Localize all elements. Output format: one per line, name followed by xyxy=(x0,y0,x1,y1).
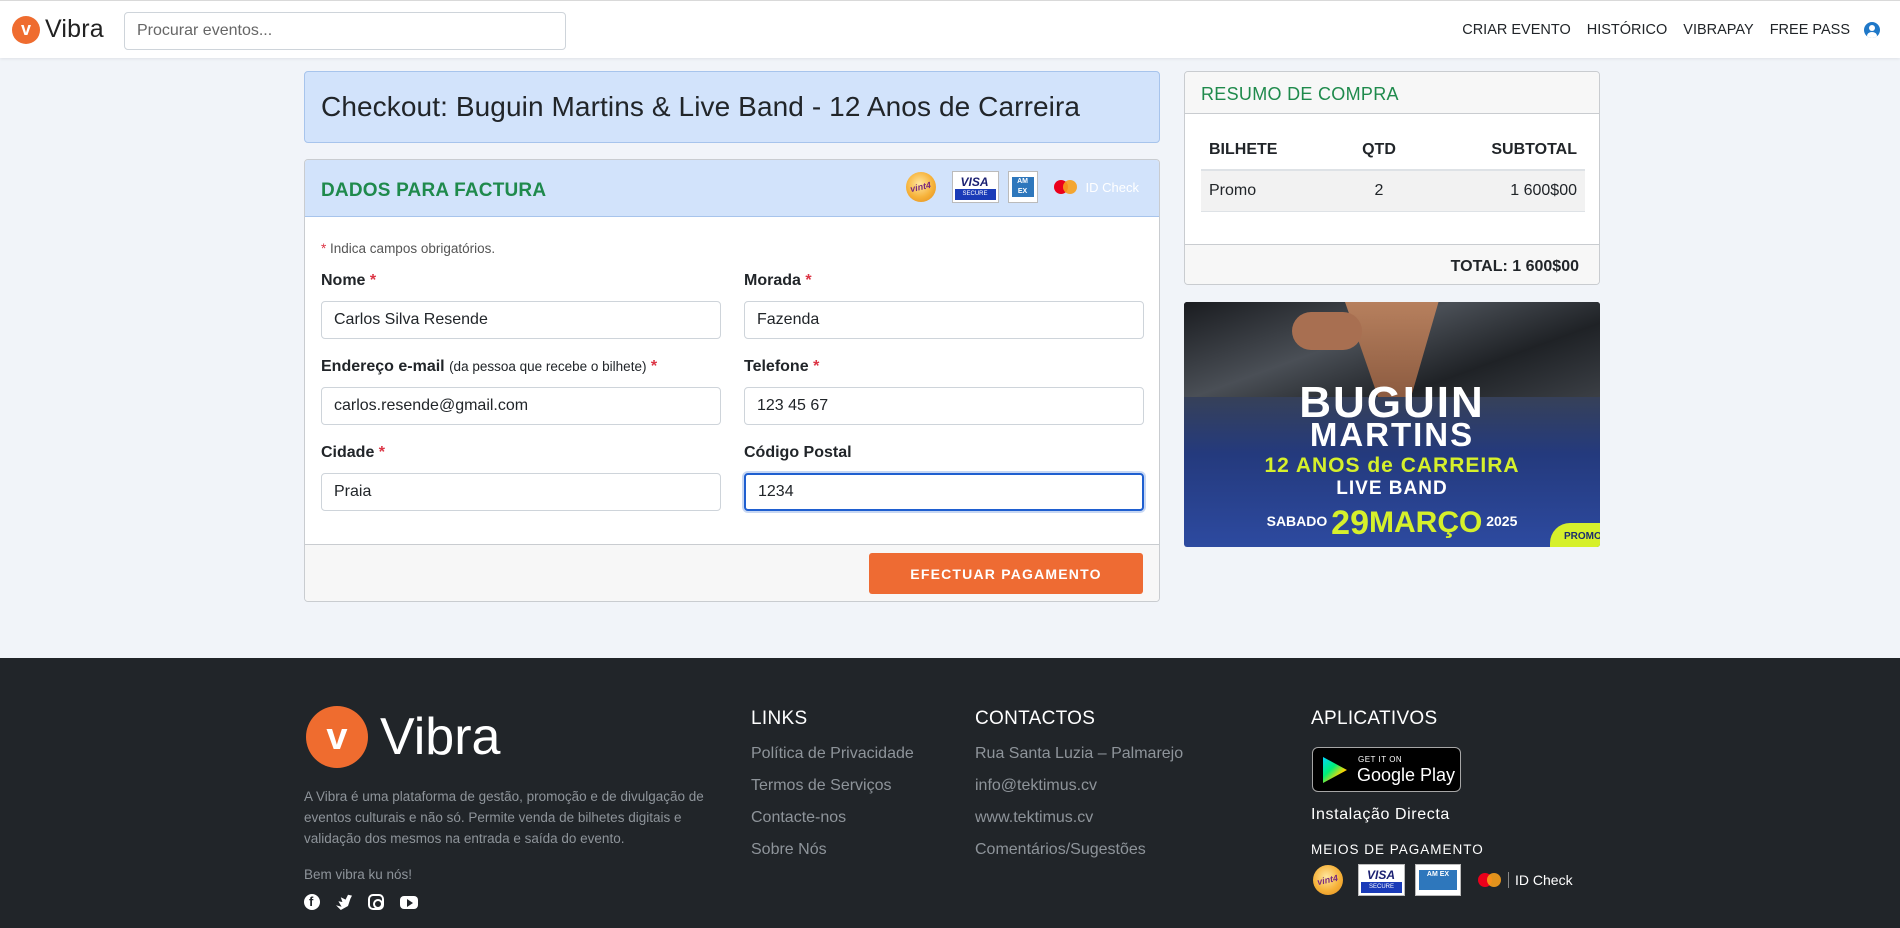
nav-links: CRIAR EVENTO HISTÓRICO VIBRAPAY FREE PAS… xyxy=(1446,1,1880,59)
summary-table-header: BILHETE QTD SUBTOTAL xyxy=(1201,130,1585,171)
contact-website[interactable]: www.tektimus.cv xyxy=(975,808,1183,840)
codigo-postal-field[interactable] xyxy=(744,473,1144,511)
email-label: Endereço e-mail (da pessoa que recebe o … xyxy=(321,358,658,375)
required-fields-note: * Indica campos obrigatórios. xyxy=(321,241,495,256)
link-sobre-nos[interactable]: Sobre Nós xyxy=(751,840,914,872)
footer-logo[interactable]: v Vibra xyxy=(306,706,500,768)
cidade-label: Cidade * xyxy=(321,444,386,461)
link-termos[interactable]: Termos de Serviços xyxy=(751,776,914,808)
amex-icon: AM EX xyxy=(1415,864,1461,896)
vibra-logo-icon: v xyxy=(12,15,40,44)
user-account-icon[interactable] xyxy=(1864,22,1880,38)
col-bilhete: BILHETE xyxy=(1201,130,1339,171)
col-subtotal: SUBTOTAL xyxy=(1419,130,1585,171)
poster-line-3: 12 ANOS de CARREIRA xyxy=(1264,454,1520,477)
vint4-icon: vint4 xyxy=(905,172,936,202)
google-play-icon xyxy=(1323,757,1347,783)
table-row: Promo 2 1 600$00 xyxy=(1201,170,1585,212)
mastercard-icon xyxy=(1476,870,1506,890)
link-privacidade[interactable]: Política de Privacidade xyxy=(751,744,914,776)
vibra-logo-icon: v xyxy=(306,706,368,768)
ticket-qty: 2 xyxy=(1338,170,1420,212)
billing-form-card: DADOS PARA FACTURA vint4 VISA SECURE AM … xyxy=(304,159,1160,602)
instagram-icon[interactable] xyxy=(368,894,384,910)
brand-logo[interactable]: v Vibra xyxy=(12,15,104,44)
required-star: * xyxy=(321,241,327,256)
summary-header: RESUMO DE COMPRA xyxy=(1185,72,1599,114)
contact-email[interactable]: info@tektimus.cv xyxy=(975,776,1183,808)
purchase-summary-card: RESUMO DE COMPRA BILHETE QTD SUBTOTAL Pr… xyxy=(1184,71,1600,285)
poster-date: SABADO 29MARÇO 2025 xyxy=(1266,504,1518,542)
event-poster-image: BUGUIN MARTINS 12 ANOS de CARREIRA LIVE … xyxy=(1184,302,1600,547)
nav-link-historico[interactable]: HISTÓRICO xyxy=(1587,22,1668,38)
billing-footer: EFECTUAR PAGAMENTO xyxy=(305,544,1159,601)
youtube-icon[interactable] xyxy=(400,896,418,909)
visa-secure-icon: VISA SECURE xyxy=(951,171,999,203)
summary-table: BILHETE QTD SUBTOTAL Promo 2 1 600$00 xyxy=(1201,130,1585,212)
nav-link-vibrapay[interactable]: VIBRAPAY xyxy=(1683,22,1753,38)
facebook-icon[interactable] xyxy=(304,894,320,910)
total-amount: TOTAL: 1 600$00 xyxy=(1450,258,1579,275)
idcheck-label: ID Check xyxy=(1085,179,1139,195)
twitter-icon[interactable] xyxy=(336,894,352,910)
links-title: LINKS xyxy=(751,708,808,729)
social-links xyxy=(304,894,434,910)
search-input[interactable] xyxy=(124,12,566,50)
email-hint: (da pessoa que recebe o bilhete) xyxy=(449,359,647,374)
vint4-icon: vint4 xyxy=(1313,865,1343,895)
summary-footer: TOTAL: 1 600$00 xyxy=(1185,244,1599,284)
email-field[interactable] xyxy=(321,387,721,425)
nome-field[interactable] xyxy=(321,301,721,339)
required-note-text: Indica campos obrigatórios. xyxy=(330,241,496,256)
billing-header: DADOS PARA FACTURA vint4 VISA SECURE AM … xyxy=(305,160,1159,217)
payment-logos: vint4 VISA SECURE AM EX ID Check xyxy=(905,169,1139,205)
meios-pagamento-title: MEIOS DE PAGAMENTO xyxy=(1311,842,1484,857)
contactos-title: CONTACTOS xyxy=(975,708,1096,729)
promo-badge: PROMO xyxy=(1550,523,1600,547)
cidade-field[interactable] xyxy=(321,473,721,511)
instalacao-directa-link[interactable]: Instalação Directa xyxy=(1311,806,1450,824)
telefone-field[interactable] xyxy=(744,387,1144,425)
contact-address: Rua Santa Luzia – Palmarejo xyxy=(975,745,1184,762)
footer-tagline: Bem vibra ku nós! xyxy=(304,867,413,882)
idcheck-label: ID Check xyxy=(1508,872,1573,888)
ticket-name: Promo xyxy=(1201,170,1339,212)
mastercard-icon xyxy=(1052,177,1082,197)
nav-link-criar-evento[interactable]: CRIAR EVENTO xyxy=(1462,22,1571,38)
nav-link-free-pass[interactable]: FREE PASS xyxy=(1770,22,1850,38)
footer-contacts-list: Rua Santa Luzia – Palmarejo info@tektimu… xyxy=(975,744,1183,872)
google-play-badge[interactable]: GET IT ON Google Play xyxy=(1312,747,1461,792)
checkout-title-card: Checkout: Buguin Martins & Live Band - 1… xyxy=(304,71,1160,143)
col-qtd: QTD xyxy=(1338,130,1420,171)
footer-description: A Vibra é uma plataforma de gestão, prom… xyxy=(304,789,704,846)
nome-label: Nome * xyxy=(321,272,377,289)
codigo-postal-label: Código Postal xyxy=(744,444,852,461)
poster-line-2: MARTINS xyxy=(1309,416,1475,453)
morada-field[interactable] xyxy=(744,301,1144,339)
top-navbar: v Vibra CRIAR EVENTO HISTÓRICO VIBRAPAY … xyxy=(0,0,1900,58)
footer-brand-name: Vibra xyxy=(380,708,501,766)
poster-line-4: LIVE BAND xyxy=(1336,478,1448,499)
telefone-label: Telefone * xyxy=(744,358,820,375)
ticket-subtotal: 1 600$00 xyxy=(1419,170,1585,212)
site-footer: v Vibra A Vibra é uma plataforma de gest… xyxy=(0,658,1900,928)
summary-title: RESUMO DE COMPRA xyxy=(1201,84,1399,104)
page-title: Checkout: Buguin Martins & Live Band - 1… xyxy=(321,91,1081,122)
morada-label: Morada * xyxy=(744,272,812,289)
amex-icon: AM EX xyxy=(1007,171,1038,203)
link-contacte-nos[interactable]: Contacte-nos xyxy=(751,808,914,840)
contact-feedback[interactable]: Comentários/Sugestões xyxy=(975,840,1183,872)
footer-payment-logos: vint4 VISA SECURE AM EX ID Check xyxy=(1313,864,1573,896)
efectuar-pagamento-button[interactable]: EFECTUAR PAGAMENTO xyxy=(869,553,1143,594)
footer-links-list: Política de Privacidade Termos de Serviç… xyxy=(751,744,914,872)
brand-name: Vibra xyxy=(45,15,104,43)
aplicativos-title: APLICATIVOS xyxy=(1311,708,1438,729)
visa-secure-icon: VISA SECURE xyxy=(1358,864,1405,896)
billing-title: DADOS PARA FACTURA xyxy=(321,180,547,201)
